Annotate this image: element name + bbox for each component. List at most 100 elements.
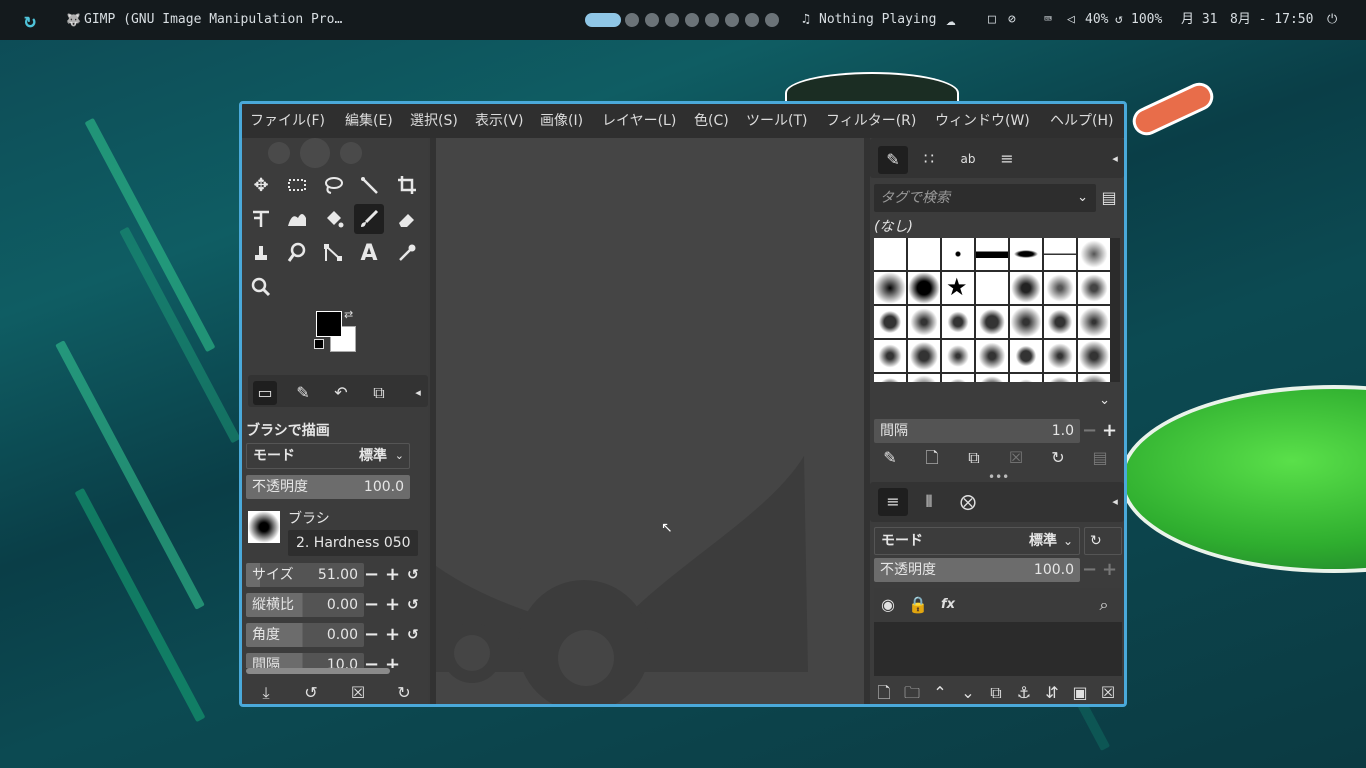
brush-thumbnail[interactable] [942, 238, 974, 270]
menu-help[interactable]: ヘルプ(H) [1050, 104, 1113, 138]
brush-spacing-increase-button[interactable]: + [1102, 419, 1117, 443]
brush-thumbnail[interactable] [908, 272, 940, 304]
paintbrush-icon[interactable] [354, 204, 384, 234]
brush-thumbnail[interactable] [976, 238, 1008, 270]
layer-mode-select[interactable]: モード 標準 ⌄ [874, 527, 1080, 555]
brush-thumbnail[interactable] [908, 238, 940, 270]
workspace-9[interactable] [765, 13, 779, 27]
eraser-icon[interactable] [392, 204, 422, 234]
new-layer-icon[interactable]: 🗋 [872, 683, 896, 703]
zoom-icon[interactable] [246, 272, 276, 302]
spacing-slider[interactable]: 間隔 10.0 [246, 653, 364, 668]
search-icon[interactable]: ⌕ [1092, 595, 1116, 615]
aspect-slider[interactable]: 縦横比 0.00 [246, 593, 364, 617]
configure-tab-icon[interactable]: ◂ [1103, 149, 1124, 169]
bucket-fill-icon[interactable] [318, 204, 348, 234]
fonts-tab-icon[interactable]: ab [956, 149, 980, 169]
lower-layer-icon[interactable]: ⌄ [956, 683, 980, 703]
brush-thumbnail[interactable] [1010, 340, 1042, 372]
menu-colors[interactable]: 色(C) [694, 104, 729, 138]
window-title[interactable]: GIMP (GNU Image Manipulation Pro… [84, 0, 342, 40]
delete-options-icon[interactable]: ☒ [346, 683, 370, 703]
tag-search-input[interactable]: タグで検索 ⌄ [874, 184, 1096, 212]
menu-view[interactable]: 表示(V) [475, 104, 524, 138]
crop-icon[interactable] [392, 170, 422, 200]
mode-select[interactable]: モード 標準 ⌄ [246, 443, 410, 469]
spacing-decrease-button[interactable]: − [364, 653, 379, 668]
cloud-icon[interactable]: ☁ [946, 0, 956, 40]
brush-thumbnail[interactable] [874, 306, 906, 338]
brush-thumbnail[interactable] [1010, 374, 1042, 382]
brush-thumbnail[interactable] [942, 306, 974, 338]
brush-thumbnail[interactable] [874, 272, 906, 304]
rect-select-icon[interactable] [282, 170, 312, 200]
media-status[interactable]: Nothing Playing [819, 0, 936, 40]
size-decrease-button[interactable]: − [364, 563, 379, 587]
duplicate-brush-icon[interactable]: ⧉ [962, 448, 986, 468]
default-colors-icon[interactable] [314, 339, 324, 349]
delete-brush-icon[interactable]: ☒ [1004, 448, 1028, 468]
workspace-5[interactable] [685, 13, 699, 27]
brush-thumbnail[interactable] [1078, 340, 1110, 372]
brush-name[interactable]: 2. Hardness 050 [288, 530, 418, 556]
brush-thumbnail[interactable] [874, 238, 906, 270]
angle-increase-button[interactable]: + [385, 623, 400, 647]
aspect-decrease-button[interactable]: − [364, 593, 379, 617]
mask-layer-icon[interactable]: ▣ [1068, 683, 1092, 703]
menu-windows[interactable]: ウィンドウ(W) [935, 104, 1030, 138]
clock[interactable]: 8月 - 17:50 [1230, 0, 1313, 40]
warp-icon[interactable] [282, 204, 312, 234]
brush-thumbnail[interactable] [1010, 238, 1042, 270]
day-label[interactable]: 月 31 [1181, 0, 1217, 40]
brush-thumbnail[interactable] [1078, 306, 1110, 338]
eye-icon[interactable]: ◉ [876, 595, 900, 615]
aspect-increase-button[interactable]: + [385, 593, 400, 617]
battery-icon[interactable]: ↺ [1115, 0, 1123, 40]
brush-thumbnail[interactable] [1044, 340, 1076, 372]
color-picker-icon[interactable] [392, 238, 422, 268]
wilber-drop-area[interactable] [250, 138, 420, 168]
tag-apply-icon[interactable]: ▤ [1099, 188, 1119, 208]
transform-icon[interactable] [246, 204, 276, 234]
brush-thumbnail[interactable] [874, 374, 906, 382]
opacity-slider[interactable]: 不透明度 100.0 [246, 475, 410, 499]
canvas-area[interactable]: ↖ [436, 138, 864, 704]
angle-reset-icon[interactable]: ↺ [407, 623, 419, 647]
workspace-7[interactable] [725, 13, 739, 27]
brush-thumbnail[interactable] [942, 340, 974, 372]
menu-image[interactable]: 画像(I) [540, 104, 583, 138]
volume-level[interactable]: 40% [1085, 0, 1108, 40]
brush-thumbnail[interactable] [1010, 272, 1042, 304]
configure-tab-icon[interactable]: ◂ [1103, 492, 1124, 512]
aspect-reset-icon[interactable]: ↺ [407, 593, 419, 617]
brush-spacing-slider[interactable]: 間隔 1.0 [874, 419, 1080, 443]
patterns-tab-icon[interactable]: ∷ [917, 149, 941, 169]
brush-thumbnail[interactable] [1078, 238, 1110, 270]
new-layer-group-icon[interactable]: 🗀 [900, 683, 924, 703]
brush-preview[interactable] [248, 511, 280, 543]
brush-thumbnail[interactable] [908, 374, 940, 382]
brush-thumbnail[interactable] [942, 374, 974, 382]
images-tab-icon[interactable]: ⧉ [367, 383, 391, 403]
restore-options-icon[interactable]: ↺ [299, 683, 323, 703]
volume-icon[interactable]: ◁ [1067, 0, 1075, 40]
swap-colors-icon[interactable]: ⇄ [344, 308, 353, 321]
brush-thumbnail[interactable] [1044, 374, 1076, 382]
duplicate-layer-icon[interactable]: ⧉ [984, 683, 1008, 703]
open-brush-as-image-icon[interactable]: ▤ [1088, 448, 1112, 468]
brush-thumbnail[interactable] [976, 340, 1008, 372]
layer-composite-select[interactable]: ↻ [1084, 527, 1122, 555]
menu-edit[interactable]: 編集(E) [345, 104, 393, 138]
menu-select[interactable]: 選択(S) [410, 104, 458, 138]
menu-file[interactable]: ファイル(F) [250, 104, 325, 138]
spacing-increase-button[interactable]: + [385, 653, 400, 668]
lasso-icon[interactable] [318, 170, 348, 200]
device-status-tab-icon[interactable]: ✎ [291, 383, 315, 403]
angle-decrease-button[interactable]: − [364, 623, 379, 647]
brushes-tab-icon[interactable]: ✎ [878, 146, 908, 174]
angle-slider[interactable]: 角度 0.00 [246, 623, 364, 647]
brush-grid[interactable]: ★ [874, 238, 1120, 382]
layers-list[interactable]: ◉ 🔒 fx ⌕ [874, 588, 1122, 676]
menu-layer[interactable]: レイヤー(L) [602, 104, 676, 138]
brush-thumbnail[interactable] [1044, 306, 1076, 338]
